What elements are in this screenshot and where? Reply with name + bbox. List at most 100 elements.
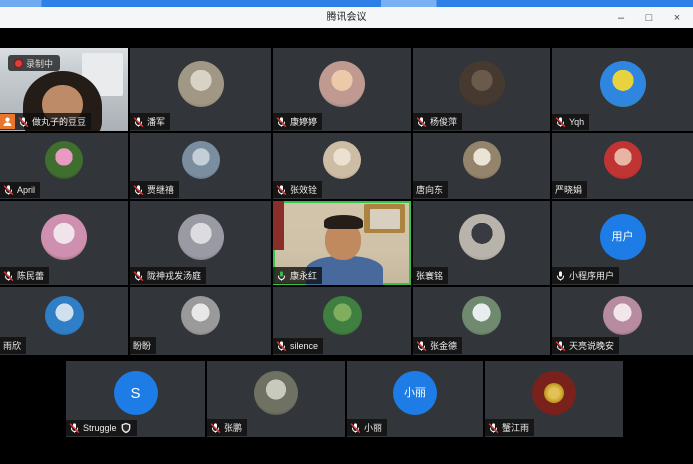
tencent-meeting-window: 腾讯会议 – □ × 录制中 做丸子的豆豆 潘军 康婷婷 杨俊萍 Yqh Apr… xyxy=(0,0,693,464)
participant-name: 潘军 xyxy=(147,115,165,128)
mic-muted-icon xyxy=(69,422,80,434)
avatar xyxy=(181,296,220,335)
video-grid: 录制中 做丸子的豆豆 潘军 康婷婷 杨俊萍 Yqh April 贾继禧 张效铨 唐… xyxy=(0,28,693,464)
participant-tile[interactable]: 严晓娟 xyxy=(552,133,693,199)
close-button[interactable]: × xyxy=(663,7,691,28)
name-label: 天亮说晚安 xyxy=(552,337,619,354)
name-label: 盼盼 xyxy=(130,337,156,354)
participant-name: Yqh xyxy=(569,117,584,127)
participant-name: silence xyxy=(290,341,318,351)
participant-tile[interactable]: 陈民蕾 xyxy=(0,201,128,285)
avatar xyxy=(603,296,642,335)
gold-emblem-icon xyxy=(544,383,564,403)
name-label: 张效铨 xyxy=(273,181,322,198)
name-label: 杨俊萍 xyxy=(413,113,462,130)
name-label: 康永红 xyxy=(273,267,322,284)
participant-tile[interactable]: silence xyxy=(273,287,411,355)
avatar xyxy=(178,61,224,107)
participant-tile[interactable]: 张鹏 xyxy=(207,361,345,437)
titlebar[interactable]: 腾讯会议 – □ × xyxy=(0,7,693,29)
name-label: 潘军 xyxy=(130,113,170,130)
shield-badge-icon xyxy=(120,422,132,434)
name-label: 陈民蕾 xyxy=(0,267,49,284)
participant-tile[interactable]: 贾继禧 xyxy=(130,133,271,199)
name-label: 康婷婷 xyxy=(273,113,322,130)
participant-name: 严晓娟 xyxy=(555,183,582,196)
name-label: 张金德 xyxy=(413,337,462,354)
participant-tile[interactable]: April xyxy=(0,133,128,199)
avatar-initial-text: 小丽 xyxy=(404,388,426,399)
name-label: 陇神戎发汤庭 xyxy=(130,267,206,284)
recording-label: 录制中 xyxy=(26,57,53,70)
participant-name: 康婷婷 xyxy=(290,115,317,128)
mic-muted-icon xyxy=(416,116,427,128)
avatar xyxy=(459,214,505,260)
initial-avatar: 小丽 xyxy=(393,371,437,415)
participant-tile[interactable]: Yqh xyxy=(552,48,693,131)
participant-tile[interactable]: 杨俊萍 xyxy=(413,48,550,131)
name-label: 小丽 xyxy=(347,419,387,436)
participant-name: 雨欣 xyxy=(3,339,21,352)
name-label: 贾继禧 xyxy=(130,181,179,198)
name-label: April xyxy=(0,182,40,198)
participant-name: 盼盼 xyxy=(133,339,151,352)
participant-tile[interactable]: 康永红 xyxy=(273,201,411,285)
initial-avatar: S xyxy=(114,371,158,415)
participant-tile[interactable]: 陇神戎发汤庭 xyxy=(130,201,271,285)
participant-tile[interactable]: 张金德 xyxy=(413,287,550,355)
window-accent-strip xyxy=(0,0,693,7)
mic-muted-icon xyxy=(350,422,361,434)
mic-muted-icon xyxy=(3,270,14,282)
participant-tile[interactable]: 康婷婷 xyxy=(273,48,411,131)
minimize-button[interactable]: – xyxy=(607,7,635,28)
avatar-initial-text: 用户 xyxy=(612,232,634,243)
participant-name: Struggle xyxy=(83,423,117,433)
maximize-button[interactable]: □ xyxy=(635,7,663,28)
name-label: 雨欣 xyxy=(0,337,26,354)
avatar xyxy=(600,61,646,107)
name-label: Struggle xyxy=(66,420,137,436)
participant-name: 蟹江雨 xyxy=(502,421,529,434)
mic-muted-icon xyxy=(416,340,427,352)
participant-tile[interactable]: 天亮说晚安 xyxy=(552,287,693,355)
picture-inner-shape xyxy=(370,209,400,229)
avatar xyxy=(319,61,365,107)
participant-tile[interactable]: S Struggle xyxy=(66,361,205,437)
participant-name: 张金德 xyxy=(430,339,457,352)
participant-tile[interactable]: 雨欣 xyxy=(0,287,128,355)
participant-tile[interactable]: 张效铨 xyxy=(273,133,411,199)
mic-muted-icon xyxy=(133,184,144,196)
mic-muted-icon xyxy=(276,340,287,352)
avatar-initial-text: S xyxy=(130,386,140,401)
participant-name: 天亮说晚安 xyxy=(569,339,614,352)
participant-tile[interactable]: 潘军 xyxy=(130,48,271,131)
participant-name: 做丸子的豆豆 xyxy=(32,115,86,128)
name-label: 严晓娟 xyxy=(552,181,587,198)
participant-tile[interactable]: 唐向东 xyxy=(413,133,550,199)
avatar xyxy=(459,61,505,107)
participant-tile[interactable]: 蟹江雨 xyxy=(485,361,623,437)
avatar xyxy=(178,214,224,260)
avatar xyxy=(463,141,501,179)
participant-tile[interactable]: 张寰铭 xyxy=(413,201,550,285)
mic-muted-icon xyxy=(555,116,566,128)
hair-shape xyxy=(324,215,363,228)
name-label: 唐向东 xyxy=(413,181,448,198)
participant-tile[interactable]: 用户 小程序用户 xyxy=(552,201,693,285)
mic-muted-icon xyxy=(133,116,144,128)
name-label: 蟹江雨 xyxy=(485,419,534,436)
name-label: 张鹏 xyxy=(207,419,247,436)
participant-name: 陈民蕾 xyxy=(17,269,44,282)
participant-name: 杨俊萍 xyxy=(430,115,457,128)
participant-tile[interactable]: 盼盼 xyxy=(130,287,271,355)
mic-muted-icon xyxy=(210,422,221,434)
name-label: silence xyxy=(273,338,323,354)
recording-indicator: 录制中 xyxy=(8,55,60,71)
name-label: 张寰铭 xyxy=(413,267,448,284)
participant-name: 张效铨 xyxy=(290,183,317,196)
participant-name: 张寰铭 xyxy=(416,269,443,282)
mic-muted-icon xyxy=(276,116,287,128)
name-label: 小程序用户 xyxy=(552,267,619,284)
participant-tile[interactable]: 小丽 小丽 xyxy=(347,361,483,437)
name-label: Yqh xyxy=(552,114,589,130)
